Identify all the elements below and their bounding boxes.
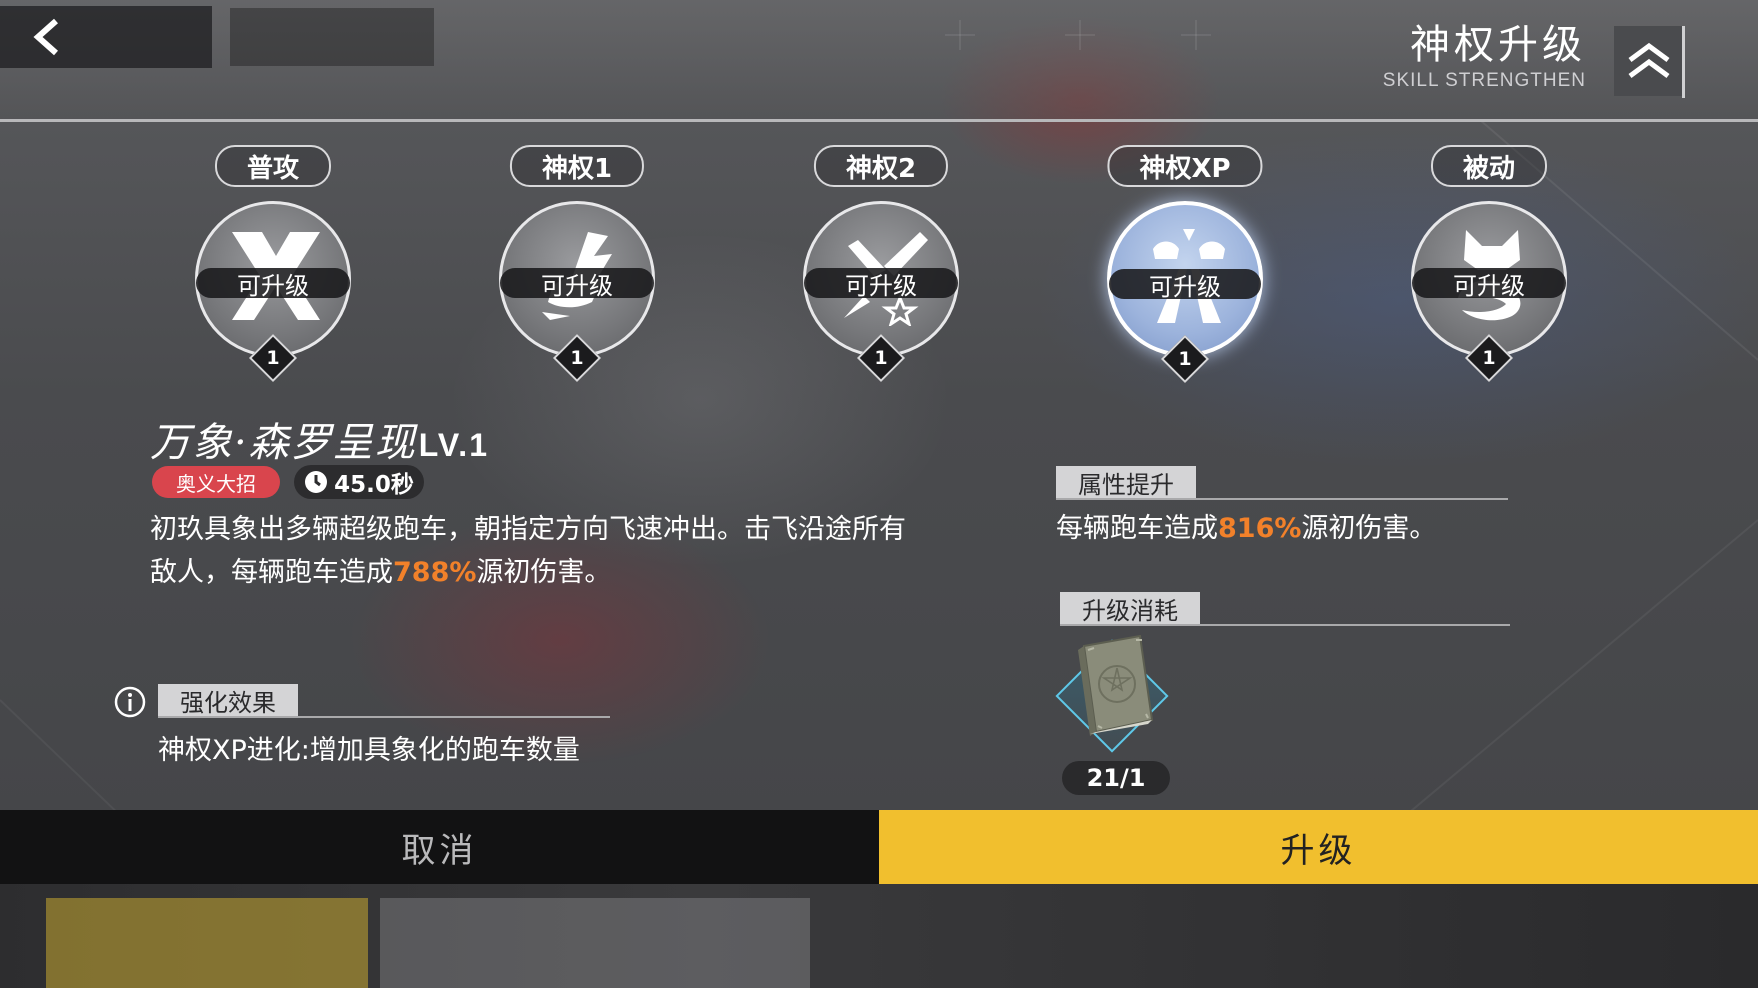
skill-tab-label: 被动	[1430, 145, 1548, 187]
skill-level-badge: 1	[248, 333, 298, 383]
skill-slot-normal-attack[interactable]: 普攻 可升级 1	[183, 145, 363, 385]
section-divider	[158, 716, 610, 718]
clock-icon	[305, 471, 328, 493]
skill-level-badge: 1	[1160, 334, 1210, 384]
enhance-header-label: 强化效果	[158, 684, 298, 717]
cooldown-tag: 45.0秒	[294, 465, 424, 499]
skill-tab-label: 神权XP	[1107, 145, 1263, 187]
skill-icon-circle[interactable]: 可升级 1	[1411, 201, 1567, 383]
item-count: 21/1	[1062, 761, 1170, 795]
attribute-boost-text: 每辆跑车造成816%源初伤害。	[1056, 513, 1437, 544]
skill-level-badge: 1	[1464, 333, 1514, 383]
upgradable-banner: 可升级	[1412, 268, 1566, 300]
upgradable-banner: 可升级	[804, 268, 958, 300]
title-divider	[1682, 26, 1685, 98]
blurred-tab-placeholder	[230, 8, 434, 66]
section-divider	[1060, 624, 1510, 626]
upgradable-banner: 可升级	[500, 268, 654, 300]
page-title-block: 神权升级 SKILL STRENGTHEN	[1383, 22, 1586, 94]
skill-name: 万象·森罗呈现LV.1	[150, 420, 489, 466]
upgradable-banner: 可升级	[196, 268, 350, 300]
skill-icon-circle[interactable]: 可升级 1	[803, 201, 959, 383]
skill-tab-label: 神权1	[509, 145, 645, 187]
skill-type-tag: 奥义大招	[152, 466, 280, 498]
damage-highlight: 816%	[1218, 513, 1302, 544]
damage-highlight: 788%	[393, 557, 477, 588]
blurred-bottom-tabs	[380, 898, 810, 988]
attribute-header-label: 属性提升	[1056, 466, 1196, 499]
page-title: 神权升级	[1410, 22, 1586, 68]
info-icon[interactable]	[114, 686, 146, 718]
collapse-button[interactable]	[1614, 26, 1684, 96]
skill-slot-skill-2[interactable]: 神权2 可升级 1	[791, 145, 971, 385]
skill-tab-label: 普攻	[214, 145, 332, 187]
attribute-section-header: 属性提升	[1056, 466, 1508, 500]
skill-slot-skill-xp[interactable]: 神权XP 可升级 1	[1095, 145, 1275, 385]
skill-tab-label: 神权2	[813, 145, 949, 187]
upgrade-button[interactable]: 升级	[879, 810, 1758, 884]
upgradable-banner: 可升级	[1109, 269, 1261, 301]
skill-description: 初玖具象出多辆超级跑车，朝指定方向飞速冲出。击飞沿途所有敌人，每辆跑车造成788…	[150, 514, 906, 588]
back-button[interactable]	[0, 6, 212, 68]
section-divider	[1056, 498, 1508, 500]
skill-slot-passive[interactable]: 被动 可升级 1	[1399, 145, 1579, 385]
cost-header-label: 升级消耗	[1060, 592, 1200, 625]
chevron-left-icon	[33, 18, 58, 56]
cooldown-value: 45.0秒	[334, 472, 414, 498]
grimoire-book-icon	[1078, 634, 1154, 736]
page-subtitle: SKILL STRENGTHEN	[1382, 70, 1586, 91]
skill-level-badge: 1	[856, 333, 906, 383]
cost-section-header: 升级消耗	[1060, 592, 1510, 626]
cost-item[interactable]	[1055, 634, 1176, 764]
skill-level-badge: 1	[552, 333, 602, 383]
skill-slot-skill-1[interactable]: 神权1 可升级 1	[487, 145, 667, 385]
enhance-section-header: 强化效果	[158, 684, 610, 718]
skill-icon-circle[interactable]: 可升级 1	[499, 201, 655, 383]
double-chevron-up-icon	[1628, 42, 1670, 79]
skill-icon-circle[interactable]: 可升级 1	[1107, 201, 1263, 384]
skill-icon-circle[interactable]: 可升级 1	[195, 201, 351, 383]
cancel-button[interactable]: 取消	[0, 810, 879, 884]
enhance-effect-text: 神权XP进化:增加具象化的跑车数量	[158, 735, 580, 766]
blurred-bottom-tab	[46, 898, 368, 988]
skill-level-text: LV.1	[418, 427, 489, 463]
